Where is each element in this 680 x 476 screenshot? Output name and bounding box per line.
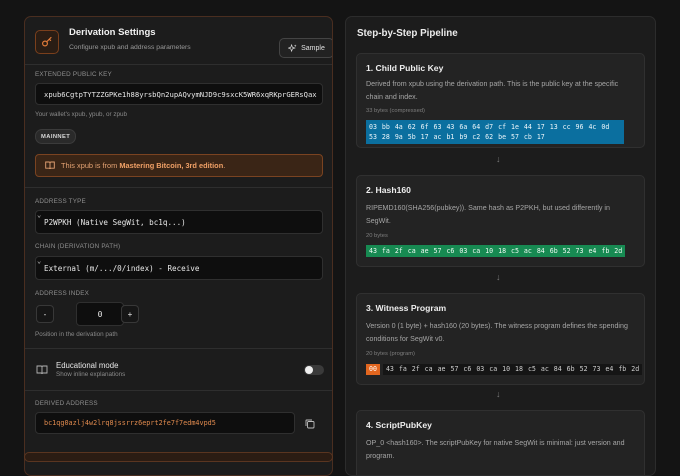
step-card: 2. Hash160 RIPEMD160(SHA256(pubkey)). Sa… — [356, 175, 645, 267]
arrow-down-icon: ↓ — [496, 154, 501, 164]
divider — [25, 187, 332, 188]
toggle-knob — [305, 366, 313, 374]
step-description: RIPEMD160(SHA256(pubkey)). Same hash as … — [366, 204, 610, 225]
divider — [25, 348, 332, 349]
book-icon — [45, 161, 55, 170]
book-icon — [36, 365, 48, 375]
pipeline-panel: Step-by-Step Pipeline 1. Child Public Ke… — [345, 16, 656, 476]
step-description: Derived from xpub using the derivation p… — [366, 80, 619, 101]
arrow-down-icon: ↓ — [496, 272, 501, 282]
chain-label: CHAIN (DERIVATION PATH) — [35, 243, 121, 250]
educational-mode-subtitle: Show inline explanations — [56, 371, 126, 378]
xpub-hint: Your wallet's xpub, ypub, or zpub — [35, 111, 127, 118]
xpub-label: EXTENDED PUBLIC KEY — [35, 71, 112, 78]
decrement-button[interactable]: - — [36, 305, 54, 323]
derived-address-label: DERIVED ADDRESS — [35, 400, 98, 407]
address-type-select[interactable]: ⌄ P2WPKH (Native SegWit, bc1q...) — [35, 210, 323, 234]
hash160-hex: 43 fa 2f ca ae 57 c6 03 ca 10 18 c5 ac 8… — [366, 245, 626, 257]
panel-subtitle: Configure xpub and address parameters — [69, 44, 191, 51]
increment-button[interactable]: + — [121, 305, 139, 323]
witness-hash: 43 fa 2f ca ae 57 c6 03 ca 10 18 c5 ac 8… — [382, 364, 643, 375]
arrow-down-icon: ↓ — [496, 389, 501, 399]
chain-select[interactable]: ⌄ External (m/.../0/index) - Receive — [35, 256, 323, 280]
divider — [25, 64, 332, 65]
step-card: 4. ScriptPubKey OP_0 <hash160>. The scri… — [356, 410, 645, 475]
step-title: 1. Child Public Key — [366, 63, 444, 73]
network-badge: MAINNET — [35, 129, 77, 144]
sample-button[interactable]: Sample — [279, 38, 332, 58]
xpub-source-note: This xpub is from Mastering Bitcoin, 3rd… — [35, 154, 323, 177]
copy-icon[interactable] — [304, 418, 316, 430]
xpub-input[interactable]: xpub6CgtpTYTZZGPKe1h88yrsbQn2upAQvymNJD9… — [35, 83, 323, 105]
chevron-down-icon: ⌄ — [37, 211, 42, 219]
note-text: This xpub is from Mastering Bitcoin, 3rd… — [61, 161, 226, 170]
step-meta: 33 bytes (compressed) — [366, 108, 425, 114]
pubkey-hex: 03 bb 4a 62 6f 63 43 6a 64 d7 cf 1e 44 1… — [366, 120, 624, 144]
step-description: Version 0 (1 byte) + hash160 (20 bytes).… — [366, 322, 628, 343]
derivation-settings-panel: Derivation Settings Configure xpub and a… — [24, 16, 333, 476]
next-panel-edge — [24, 452, 333, 462]
panel-header: Derivation Settings Configure xpub and a… — [35, 27, 332, 69]
step-description: OP_0 <hash160>. The scriptPubKey for nat… — [366, 439, 625, 460]
witness-version: 00 — [366, 364, 380, 375]
sample-button-label: Sample — [301, 44, 325, 52]
sparkle-icon — [288, 43, 297, 52]
step-title: 2. Hash160 — [366, 185, 411, 195]
step-title: 4. ScriptPubKey — [366, 420, 432, 430]
pipeline-title: Step-by-Step Pipeline — [357, 28, 458, 39]
key-icon — [35, 30, 59, 54]
step-title: 3. Witness Program — [366, 303, 447, 313]
educational-mode-title: Educational mode — [56, 361, 119, 370]
address-type-label: ADDRESS TYPE — [35, 198, 86, 205]
step-meta: 20 bytes — [366, 233, 388, 239]
step-card: 3. Witness Program Version 0 (1 byte) + … — [356, 293, 645, 385]
divider — [25, 390, 332, 391]
index-label: ADDRESS INDEX — [35, 290, 90, 297]
index-input[interactable]: 0 — [76, 302, 124, 326]
index-hint: Position in the derivation path — [35, 331, 118, 338]
witness-program-hex: 00 43 fa 2f ca ae 57 c6 03 ca 10 18 c5 a… — [366, 364, 643, 375]
educational-mode-toggle[interactable] — [304, 365, 324, 375]
step-card: 1. Child Public Key Derived from xpub us… — [356, 53, 645, 148]
panel-title: Derivation Settings — [69, 27, 156, 38]
chevron-down-icon: ⌄ — [37, 257, 42, 265]
derived-address-value: bc1qg0azlj4w2lrq8jssrrz6eprt2fe7f7edm4vp… — [35, 412, 295, 434]
step-meta: 20 bytes (program) — [366, 351, 415, 357]
